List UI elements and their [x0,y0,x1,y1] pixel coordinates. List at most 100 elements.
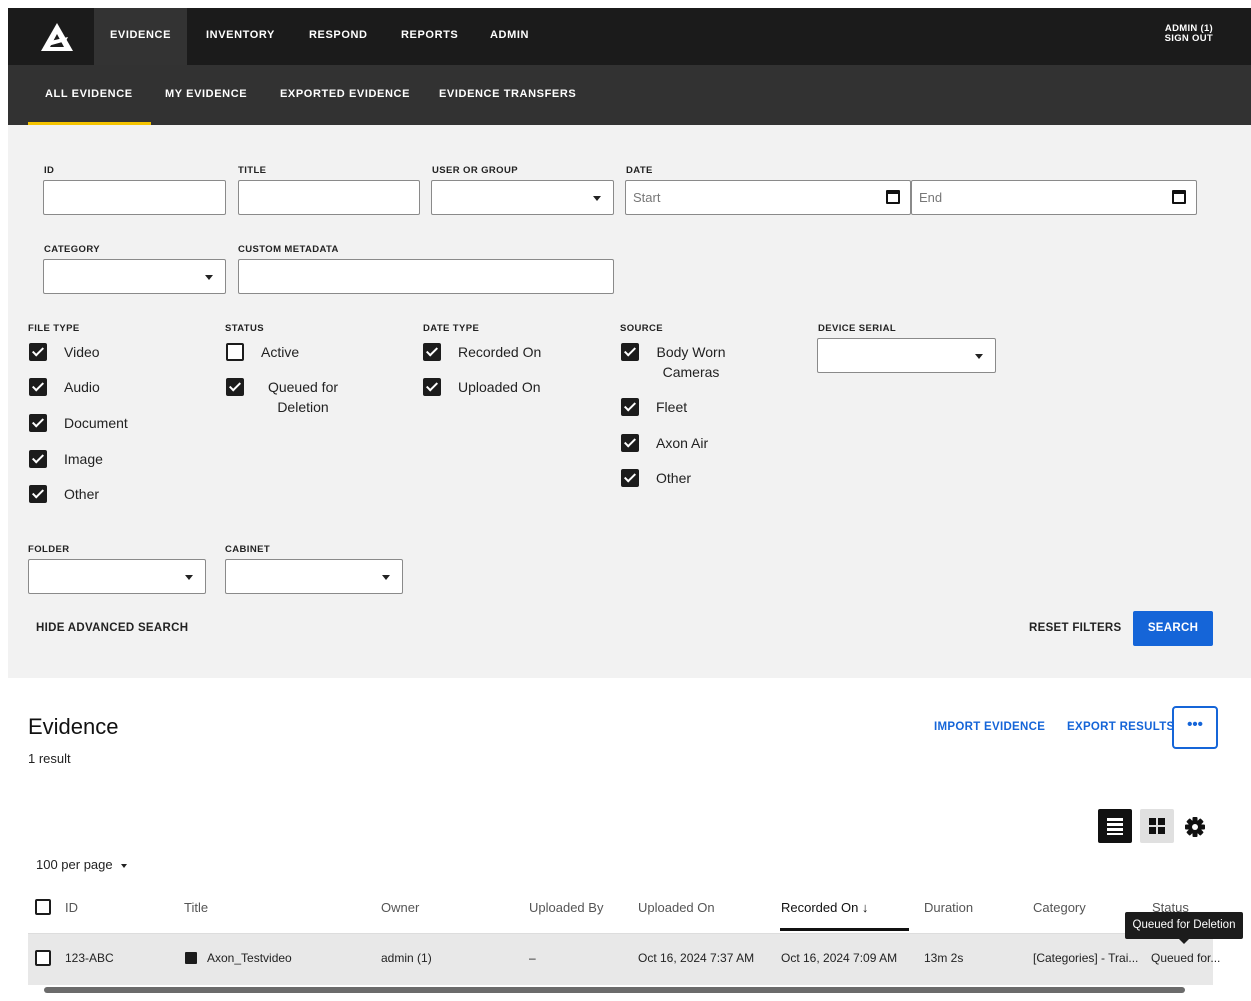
chevron-down-icon [205,275,213,280]
sign-out-link[interactable]: SIGN OUT [1165,34,1213,44]
column-header-recorded-on[interactable]: Recorded On ↓ [781,900,868,915]
tab-my-evidence[interactable]: MY EVIDENCE [165,65,247,125]
select-all-checkbox[interactable] [35,899,51,915]
column-header-uploaded-on[interactable]: Uploaded On [638,900,715,915]
source-axon-air-checkbox[interactable]: Axon Air [621,433,708,453]
reset-filters-button[interactable]: RESET FILTERS [1029,622,1122,634]
checkbox-label: Recorded On [458,344,542,360]
cabinet-select[interactable] [225,559,403,594]
cell-uploaded-on: Oct 16, 2024 7:37 AM [638,951,755,965]
column-header-category[interactable]: Category [1033,900,1086,915]
checkbox-checked-icon [423,343,441,361]
tab-all-evidence[interactable]: ALL EVIDENCE [28,65,151,125]
device-serial-select[interactable] [817,338,996,373]
category-label: CATEGORY [44,244,100,255]
category-select[interactable] [43,259,226,294]
date-type-label: DATE TYPE [423,323,480,334]
tab-evidence-transfers[interactable]: EVIDENCE TRANSFERS [439,65,576,125]
horizontal-scrollbar[interactable] [44,987,1185,993]
file-type-other-checkbox[interactable]: Other [29,484,99,504]
column-header-owner[interactable]: Owner [381,900,419,915]
top-navigation-bar: EVIDENCE INVENTORY RESPOND REPORTS ADMIN… [8,8,1251,65]
cell-title[interactable]: Axon_Testvideo [207,951,292,965]
list-view-icon [1107,818,1123,835]
column-header-duration[interactable]: Duration [924,900,973,915]
checkbox-checked-icon [29,378,47,396]
checkbox-checked-icon [29,414,47,432]
status-active-checkbox[interactable]: Active [226,342,299,362]
status-tooltip: Queued for Deletion [1125,912,1243,944]
user-group-label: USER OR GROUP [432,165,518,176]
file-type-document-checkbox[interactable]: Document [29,413,128,433]
checkbox-label: Fleet [656,399,688,415]
import-evidence-button[interactable]: IMPORT EVIDENCE [934,721,1045,733]
user-group-select[interactable] [431,180,614,215]
file-type-audio-checkbox[interactable]: Audio [29,377,100,397]
sort-indicator [780,928,909,931]
topnav-respond[interactable]: RESPOND [309,8,368,65]
date-end-field[interactable]: End [911,180,1197,215]
topnav-evidence[interactable]: EVIDENCE [94,8,187,65]
more-options-button[interactable]: ••• [1172,706,1218,749]
calendar-icon[interactable] [1172,190,1186,204]
source-other-checkbox[interactable]: Other [621,468,691,488]
title-label: TITLE [238,165,267,176]
checkbox-label: Axon Air [656,435,709,451]
cell-status: Queued for... [1151,951,1221,965]
checkbox-label: Audio [64,379,100,395]
checkbox-checked-icon [621,434,639,452]
list-view-button[interactable] [1098,809,1132,843]
cell-recorded-on: Oct 16, 2024 7:09 AM [781,951,898,965]
source-label: SOURCE [620,323,664,334]
user-menu[interactable]: ADMIN (1) SIGN OUT [1165,24,1213,44]
export-results-button[interactable]: EXPORT RESULTS [1067,721,1175,733]
column-header-id[interactable]: ID [65,900,78,915]
per-page-select[interactable]: 100 per page [36,857,127,872]
file-type-image-checkbox[interactable]: Image [29,449,103,469]
hide-advanced-search-button[interactable]: HIDE ADVANCED SEARCH [36,622,188,634]
checkbox-checked-icon [226,378,244,396]
date-end-placeholder: End [919,190,943,205]
custom-metadata-field[interactable] [238,259,614,294]
cabinet-label: CABINET [225,544,271,555]
topnav-reports[interactable]: REPORTS [401,8,458,65]
file-type-video-checkbox[interactable]: Video [29,342,100,362]
checkbox-checked-icon [423,378,441,396]
source-body-worn-checkbox[interactable]: Body Worn Cameras [621,342,741,382]
file-type-label: FILE TYPE [28,323,80,334]
device-serial-label: DEVICE SERIAL [818,323,897,334]
cell-category: [Categories] - Trai... [1033,951,1139,965]
checkbox-label: Other [656,470,692,486]
title-field[interactable] [238,180,420,215]
id-field[interactable] [43,180,226,215]
calendar-icon[interactable] [886,190,900,204]
status-queued-deletion-checkbox[interactable]: Queued for Deletion [226,377,346,417]
checkbox-checked-icon [621,398,639,416]
custom-metadata-label: CUSTOM METADATA [238,244,339,255]
axon-logo-icon[interactable] [40,22,74,52]
settings-button[interactable] [1180,809,1214,843]
checkbox-label: Uploaded On [458,379,541,395]
checkbox-label: Active [261,344,300,360]
per-page-value: 100 per page [36,857,113,872]
date-start-field[interactable]: Start [625,180,911,215]
tab-exported-evidence[interactable]: EXPORTED EVIDENCE [280,65,410,125]
search-button[interactable]: SEARCH [1133,611,1213,646]
grid-view-button[interactable] [1140,809,1174,843]
folder-select[interactable] [28,559,206,594]
folder-label: FOLDER [28,544,70,555]
chevron-down-icon [382,575,390,580]
topnav-inventory[interactable]: INVENTORY [206,8,275,65]
checkbox-unchecked-icon [226,343,244,361]
cell-duration: 13m 2s [924,951,964,965]
sub-navigation-bar: ALL EVIDENCE MY EVIDENCE EXPORTED EVIDEN… [8,65,1251,125]
checkbox-label: Body Worn Cameras [656,344,726,380]
date-type-recorded-checkbox[interactable]: Recorded On [423,342,541,362]
date-type-uploaded-checkbox[interactable]: Uploaded On [423,377,541,397]
column-header-title[interactable]: Title [184,900,208,915]
checkbox-checked-icon [621,469,639,487]
column-header-uploaded-by[interactable]: Uploaded By [529,900,603,915]
source-fleet-checkbox[interactable]: Fleet [621,397,687,417]
row-select-checkbox[interactable] [35,950,51,966]
topnav-admin[interactable]: ADMIN [490,8,529,65]
